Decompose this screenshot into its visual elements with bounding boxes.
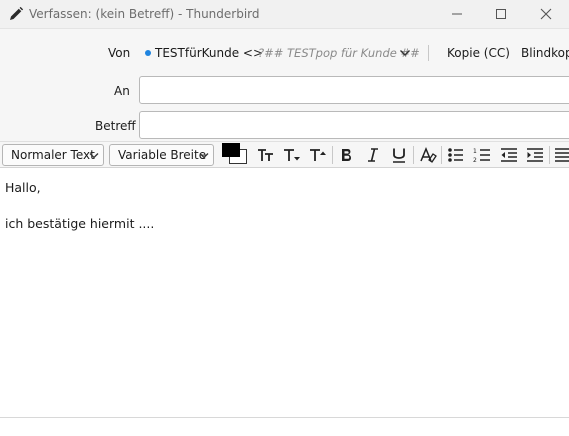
bcc-button[interactable]: Blindkopie <box>521 46 569 60</box>
font-size-icon[interactable] <box>282 146 302 164</box>
from-label: Von <box>108 46 131 60</box>
remove-styles-icon[interactable] <box>418 146 438 164</box>
close-button[interactable] <box>524 0 568 28</box>
font-smaller-icon[interactable] <box>256 146 276 164</box>
toolbar-separator <box>549 146 550 164</box>
toolbar-separator <box>332 146 333 164</box>
body-line: ich bestätige hiermit .... <box>5 216 155 231</box>
identity-description: ?## TESTpop für Kunde ## <box>258 46 420 60</box>
italic-icon[interactable] <box>363 146 383 164</box>
font-select[interactable]: Variable Breite <box>109 144 214 166</box>
font-value: Variable Breite <box>118 148 207 162</box>
paragraph-format-value: Normaler Text <box>11 148 95 162</box>
align-icon[interactable] <box>553 146 569 164</box>
message-body-editor[interactable]: Hallo, ich bestätige hiermit .... <box>0 169 569 417</box>
numbered-list-icon[interactable]: 1 2 <box>472 146 492 164</box>
to-label: An <box>114 84 130 98</box>
close-icon <box>540 8 552 20</box>
svg-text:1: 1 <box>473 148 477 155</box>
from-identity-select[interactable]: TESTfürKunde <> ?## TESTpop für Kunde ## <box>140 41 420 65</box>
pencil-icon <box>10 6 24 20</box>
chevron-down-icon <box>400 50 410 56</box>
cc-button[interactable]: Kopie (CC) <box>447 46 510 60</box>
window-title: Verfassen: (kein Betreff) - Thunderbird <box>29 7 260 21</box>
maximize-icon <box>496 9 506 19</box>
maximize-button[interactable] <box>479 0 523 28</box>
title-bar: Verfassen: (kein Betreff) - Thunderbird <box>0 0 569 28</box>
outdent-icon[interactable] <box>499 146 519 164</box>
paragraph-format-select[interactable]: Normaler Text <box>2 144 104 166</box>
subject-field[interactable] <box>139 111 569 139</box>
compose-headers: Von TESTfürKunde <> ?## TESTpop für Kund… <box>0 28 569 141</box>
indent-icon[interactable] <box>525 146 545 164</box>
text-color-button[interactable] <box>222 143 240 157</box>
identity-color-dot <box>145 50 151 56</box>
minimize-icon <box>452 13 462 15</box>
to-field[interactable] <box>139 76 569 104</box>
subject-label: Betreff <box>95 119 136 133</box>
minimize-button[interactable] <box>435 0 479 28</box>
chevron-down-icon <box>89 153 99 159</box>
bold-icon[interactable] <box>337 146 357 164</box>
underline-icon[interactable] <box>389 146 409 164</box>
format-toolbar: Normaler Text Variable Breite 1 2 <box>0 141 569 168</box>
toolbar-separator <box>413 146 414 164</box>
chevron-down-icon <box>199 153 209 159</box>
toolbar-separator <box>441 146 442 164</box>
identity-name: TESTfürKunde <> <box>155 46 264 60</box>
bullet-list-icon[interactable] <box>446 146 466 164</box>
header-divider <box>428 45 429 61</box>
status-bar <box>0 417 569 436</box>
font-larger-icon[interactable] <box>308 146 328 164</box>
body-line: Hallo, <box>5 180 41 195</box>
svg-text:2: 2 <box>473 157 477 164</box>
